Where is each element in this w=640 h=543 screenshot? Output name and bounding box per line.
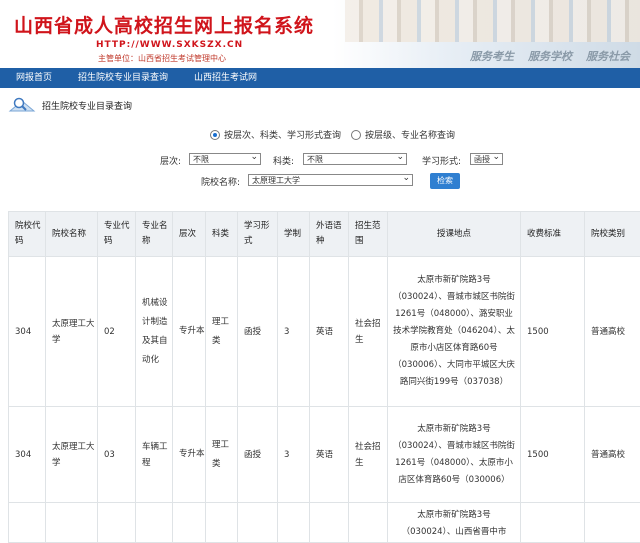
radio-query-by-level-category[interactable]: 按层次、科类、学习形式查询: [210, 128, 341, 141]
school-select[interactable]: 太原理工大学: [248, 174, 413, 186]
col-duration: 学制: [278, 212, 310, 257]
slogan-3: 服务社会: [586, 48, 630, 64]
slogan-2: 服务学校: [528, 48, 572, 64]
cell-level: 专升本: [173, 407, 206, 503]
cell-duration: 3: [278, 407, 310, 503]
nav-catalog-query[interactable]: 招生院校专业目录查询: [61, 68, 177, 88]
cell-study-form: 函授: [238, 257, 278, 407]
cell-fee: 1500: [521, 257, 585, 407]
col-major-code: 专业代码: [98, 212, 136, 257]
col-language: 外语语种: [310, 212, 349, 257]
study-form-select[interactable]: 函授: [470, 153, 503, 165]
radio-label: 按层次、科类、学习形式查询: [224, 128, 341, 141]
banner-photo: [345, 0, 640, 42]
cell-school-type: [585, 503, 640, 543]
level-select[interactable]: 不限: [189, 153, 261, 165]
slogan-1: 服务考生: [470, 48, 514, 64]
slogans: 服务考生 服务学校 服务社会: [470, 48, 630, 64]
magnifier-icon: [8, 95, 36, 115]
cell-location: 太原市新矿院路3号（030024）、山西省晋中市: [388, 503, 521, 543]
table-row[interactable]: 304 太原理工大学 03 车辆工程 专升本 理工类 函授 3 英语 社会招生 …: [9, 407, 640, 503]
cell-category: 理工类: [206, 257, 238, 407]
cell-study-form: [238, 503, 278, 543]
query-mode-group: 按层次、科类、学习形式查询 按层级、专业名称查询: [210, 128, 455, 141]
school-label: 院校名称:: [201, 175, 240, 188]
cell-location: 太原市新矿院路3号（030024）、晋城市城区书院街1261号（048000）、…: [388, 257, 521, 407]
cell-fee: 1500: [521, 407, 585, 503]
radio-query-by-major-name[interactable]: 按层级、专业名称查询: [351, 128, 455, 141]
study-form-label: 学习形式:: [422, 154, 461, 167]
cell-major-name: [136, 503, 173, 543]
cell-major-code: 02: [98, 257, 136, 407]
col-level: 层次: [173, 212, 206, 257]
site-url: HTTP://WWW.SXKSZX.CN: [96, 40, 243, 50]
cell-major-code: 03: [98, 407, 136, 503]
radio-unselected-icon: [351, 130, 361, 140]
cell-duration: [278, 503, 310, 543]
cell-scope: 社会招生: [349, 407, 388, 503]
category-label: 科类:: [273, 154, 294, 167]
search-button[interactable]: 检索: [430, 173, 460, 189]
cell-location: 太原市新矿院路3号（030024）、晋城市城区书院街1261号（048000）、…: [388, 407, 521, 503]
col-category: 科类: [206, 212, 238, 257]
cell-language: [310, 503, 349, 543]
col-study-form: 学习形式: [238, 212, 278, 257]
breadcrumb-label: 招生院校专业目录查询: [42, 99, 132, 112]
col-school-code: 院校代码: [9, 212, 46, 257]
breadcrumb: 招生院校专业目录查询: [8, 94, 132, 116]
cell-school-name: 太原理工大学: [46, 257, 98, 407]
cell-category: 理工类: [206, 407, 238, 503]
cell-language: 英语: [310, 257, 349, 407]
cell-language: 英语: [310, 407, 349, 503]
sponsor-text: 主管单位：山西省招生考试管理中心: [98, 53, 226, 64]
cell-school-name: 太原理工大学: [46, 407, 98, 503]
radio-label: 按层级、专业名称查询: [365, 128, 455, 141]
site-title: 山西省成人高校招生网上报名系统: [14, 11, 314, 38]
cell-school-type: 普通高校: [585, 407, 640, 503]
col-fee: 收费标准: [521, 212, 585, 257]
cell-scope: [349, 503, 388, 543]
cell-major-name: 机械设计制造及其自动化: [136, 257, 173, 407]
cell-school-code: 304: [9, 257, 46, 407]
category-select[interactable]: 不限: [303, 153, 407, 165]
table-row[interactable]: 太原市新矿院路3号（030024）、山西省晋中市: [9, 503, 640, 543]
level-label: 层次:: [160, 154, 181, 167]
col-scope: 招生范围: [349, 212, 388, 257]
col-school-type: 院校类别: [585, 212, 640, 257]
cell-school-name: [46, 503, 98, 543]
nav-home[interactable]: 网报首页: [0, 68, 61, 88]
cell-duration: 3: [278, 257, 310, 407]
table-header-row: 院校代码 院校名称 专业代码 专业名称 层次 科类 学习形式 学制 外语语种 招…: [9, 212, 640, 257]
main-nav: 网报首页 招生院校专业目录查询 山西招生考试网: [0, 68, 640, 88]
cell-scope: 社会招生: [349, 257, 388, 407]
cell-school-code: 304: [9, 407, 46, 503]
col-major-name: 专业名称: [136, 212, 173, 257]
header-banner: 山西省成人高校招生网上报名系统 HTTP://WWW.SXKSZX.CN 主管单…: [0, 0, 640, 68]
cell-study-form: 函授: [238, 407, 278, 503]
col-school-name: 院校名称: [46, 212, 98, 257]
cell-category: [206, 503, 238, 543]
cell-major-code: [98, 503, 136, 543]
cell-level: 专升本: [173, 257, 206, 407]
cell-major-name: 车辆工程: [136, 407, 173, 503]
cell-school-code: [9, 503, 46, 543]
nav-exam-site[interactable]: 山西招生考试网: [177, 68, 266, 88]
radio-selected-icon: [210, 130, 220, 140]
cell-school-type: 普通高校: [585, 257, 640, 407]
col-location: 授课地点: [388, 212, 521, 257]
cell-level: [173, 503, 206, 543]
table-row[interactable]: 304 太原理工大学 02 机械设计制造及其自动化 专升本 理工类 函授 3 英…: [9, 257, 640, 407]
results-table: 院校代码 院校名称 专业代码 专业名称 层次 科类 学习形式 学制 外语语种 招…: [8, 211, 640, 543]
cell-fee: [521, 503, 585, 543]
